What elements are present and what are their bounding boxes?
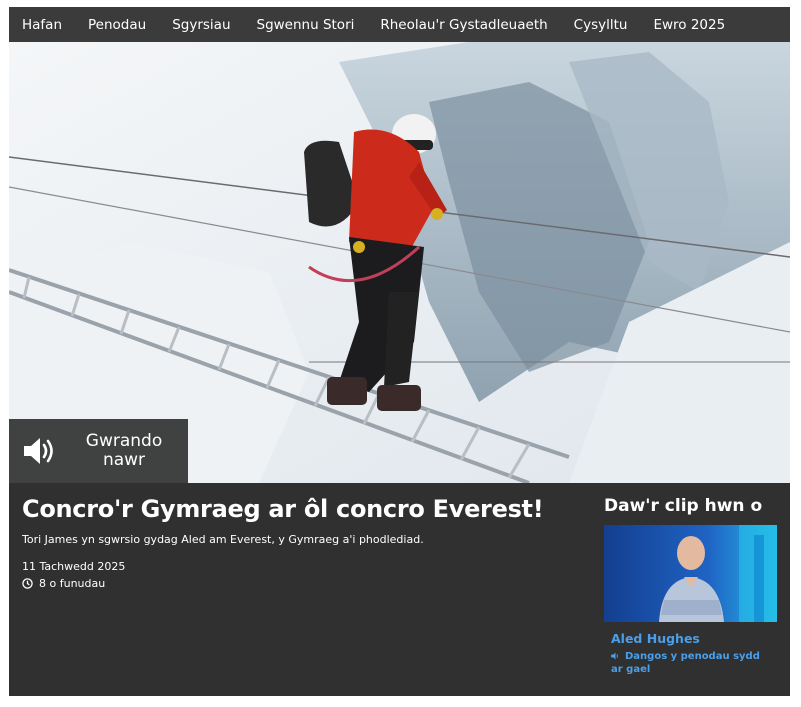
clock-icon [22,578,33,589]
episode-duration: 8 o funudau [22,577,105,590]
nav-item-ewro-2025[interactable]: Ewro 2025 [653,17,725,33]
nav-item-sgyrsiau[interactable]: Sgyrsiau [172,17,230,33]
show-episodes-link-text: Dangos y penodau sydd ar gael [611,651,760,675]
listen-now-button[interactable]: Gwrando nawr [9,419,188,483]
nav-item-penodau[interactable]: Penodau [88,17,146,33]
nav-item-hafan[interactable]: Hafan [22,17,62,33]
nav-item-sgwennu-stori[interactable]: Sgwennu Stori [257,17,355,33]
listen-label-line2: nawr [102,450,146,470]
speaker-small-icon [611,652,618,660]
listen-label-line1: Gwrando [85,431,163,451]
presenter-photo [604,525,777,622]
speaker-icon [9,436,69,466]
presenter-name-link[interactable]: Aled Hughes [611,631,700,646]
nav-item-cysylltu[interactable]: Cysylltu [574,17,628,33]
programme-thumbnail[interactable] [604,525,777,622]
listen-now-label: Gwrando nawr [69,432,179,470]
nav-item-rheolau[interactable]: Rheolau'r Gystadleuaeth [380,17,547,33]
top-navigation: Hafan Penodau Sgyrsiau Sgwennu Stori Rhe… [9,7,790,42]
episode-title: Concro'r Gymraeg ar ôl concro Everest! [22,495,544,523]
episode-summary: Tori James yn sgwrsio gydag Aled am Ever… [22,533,424,546]
clip-source-heading: Daw'r clip hwn o [604,496,763,516]
climber-crossing-ladder-illustration [9,42,790,483]
episode-duration-text: 8 o funudau [39,577,106,590]
hero-image: Gwrando nawr [9,42,790,483]
episode-date: 11 Tachwedd 2025 [22,560,126,573]
episode-info-panel: Concro'r Gymraeg ar ôl concro Everest! T… [9,483,790,696]
show-episodes-link[interactable]: Dangos y penodau sydd ar gael [611,650,771,676]
